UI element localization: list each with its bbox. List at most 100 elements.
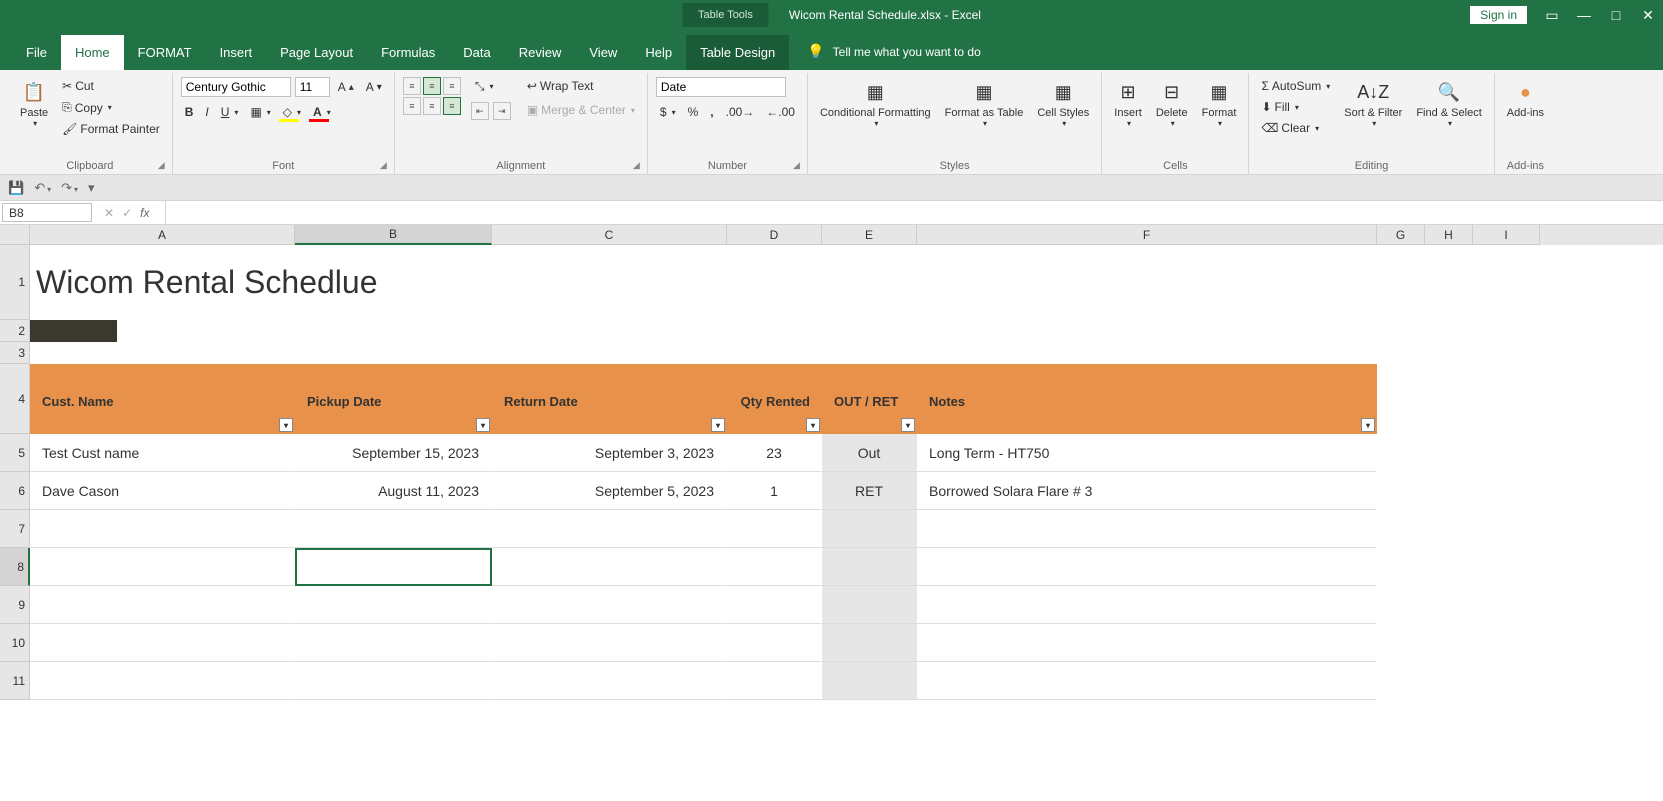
clear-button[interactable]: ⌫Clear▾: [1257, 119, 1334, 137]
table-cell[interactable]: August 11, 2023: [295, 472, 492, 510]
tab-formulas[interactable]: Formulas: [367, 35, 449, 70]
fill-color-button[interactable]: ◇▾: [279, 103, 305, 121]
row-header-1[interactable]: 1: [0, 245, 30, 320]
cut-button[interactable]: ✂Cut: [58, 77, 164, 95]
row-header-11[interactable]: 11: [0, 662, 30, 700]
table-cell[interactable]: 1: [727, 472, 822, 510]
close-icon[interactable]: ✕: [1641, 8, 1655, 22]
italic-button[interactable]: I: [201, 103, 212, 121]
filter-icon[interactable]: ▾: [1361, 418, 1375, 432]
col-header-A[interactable]: A: [30, 225, 295, 245]
copy-button[interactable]: ⎘Copy▾: [58, 98, 164, 117]
align-middle-icon[interactable]: ≡: [423, 77, 441, 95]
filter-icon[interactable]: ▾: [476, 418, 490, 432]
th-cust-name[interactable]: Cust. Name▾: [30, 364, 295, 434]
align-right-icon[interactable]: ≡: [443, 97, 461, 115]
filter-icon[interactable]: ▾: [279, 418, 293, 432]
cell-styles-button[interactable]: ▦Cell Styles▾: [1033, 77, 1093, 130]
th-notes[interactable]: Notes▾: [917, 364, 1377, 434]
align-bottom-icon[interactable]: ≡: [443, 77, 461, 95]
decrease-decimal-icon[interactable]: ←.00: [762, 103, 799, 121]
sort-filter-button[interactable]: A↓ZSort & Filter▾: [1340, 77, 1406, 130]
fx-icon[interactable]: fx: [140, 206, 155, 220]
row-header-6[interactable]: 6: [0, 472, 30, 510]
tab-data[interactable]: Data: [449, 35, 504, 70]
table-cell[interactable]: September 3, 2023: [492, 434, 727, 472]
font-size-select[interactable]: [295, 77, 330, 97]
wrap-text-button[interactable]: ↩Wrap Text: [523, 77, 639, 95]
maximize-icon[interactable]: □: [1609, 8, 1623, 22]
tab-review[interactable]: Review: [505, 35, 576, 70]
underline-button[interactable]: U▾: [217, 103, 243, 121]
filter-icon[interactable]: ▾: [806, 418, 820, 432]
col-header-B[interactable]: B: [295, 225, 492, 245]
font-color-button[interactable]: A▾: [309, 103, 335, 121]
customize-qat-icon[interactable]: ▾: [88, 180, 95, 196]
table-cell[interactable]: RET: [822, 472, 917, 510]
th-outret[interactable]: OUT / RET▾: [822, 364, 917, 434]
conditional-formatting-button[interactable]: ▦Conditional Formatting▾: [816, 77, 935, 130]
font-name-select[interactable]: [181, 77, 291, 97]
col-header-E[interactable]: E: [822, 225, 917, 245]
row-header-10[interactable]: 10: [0, 624, 30, 662]
tab-insert[interactable]: Insert: [206, 35, 267, 70]
comma-button[interactable]: ,: [706, 103, 717, 121]
increase-decimal-icon[interactable]: .00→: [722, 103, 759, 121]
orientation-button[interactable]: ⤡▾: [471, 77, 511, 96]
format-as-table-button[interactable]: ▦Format as Table▾: [941, 77, 1028, 130]
name-box[interactable]: B8: [2, 203, 92, 222]
row-header-7[interactable]: 7: [0, 510, 30, 548]
percent-button[interactable]: %: [684, 103, 703, 121]
row-header-8[interactable]: 8: [0, 548, 30, 586]
th-qty[interactable]: Qty Rented▾: [727, 364, 822, 434]
paste-button[interactable]: 📋 Paste▾: [16, 77, 52, 130]
cancel-icon[interactable]: ✕: [104, 206, 114, 220]
merge-center-button[interactable]: ▣Merge & Center▾: [523, 101, 639, 119]
dialog-launcher-icon[interactable]: ◢: [633, 160, 645, 172]
tell-me-search[interactable]: 💡 Tell me what you want to do: [807, 33, 981, 70]
formula-input[interactable]: [166, 201, 1663, 224]
format-painter-button[interactable]: 🖌Format Painter: [58, 120, 164, 138]
align-left-icon[interactable]: ≡: [403, 97, 421, 115]
ribbon-display-icon[interactable]: ▭: [1545, 8, 1559, 22]
col-header-F[interactable]: F: [917, 225, 1377, 245]
row-header-3[interactable]: 3: [0, 342, 30, 364]
find-select-button[interactable]: 🔍Find & Select▾: [1412, 77, 1485, 130]
tab-file[interactable]: File: [12, 35, 61, 70]
delete-cells-button[interactable]: ⊟Delete▾: [1152, 77, 1192, 130]
decrease-font-icon[interactable]: A▾: [362, 78, 386, 96]
th-return[interactable]: Return Date▾: [492, 364, 727, 434]
tab-help[interactable]: Help: [631, 35, 686, 70]
insert-cells-button[interactable]: ⊞Insert▾: [1110, 77, 1146, 130]
table-cell[interactable]: September 5, 2023: [492, 472, 727, 510]
redo-icon[interactable]: ↷▾: [61, 180, 78, 196]
dialog-launcher-icon[interactable]: ◢: [158, 160, 170, 172]
minimize-icon[interactable]: —: [1577, 8, 1591, 22]
save-icon[interactable]: 💾: [8, 180, 24, 196]
tab-home[interactable]: Home: [61, 35, 124, 70]
filter-icon[interactable]: ▾: [711, 418, 725, 432]
increase-font-icon[interactable]: A▴: [334, 78, 358, 96]
table-cell[interactable]: Borrowed Solara Flare # 3: [917, 472, 1377, 510]
table-cell[interactable]: 23: [727, 434, 822, 472]
enter-icon[interactable]: ✓: [122, 206, 132, 220]
bold-button[interactable]: B: [181, 103, 198, 121]
align-top-icon[interactable]: ≡: [403, 77, 421, 95]
cell-A2[interactable]: [30, 320, 117, 342]
dialog-launcher-icon[interactable]: ◢: [793, 160, 805, 172]
format-cells-button[interactable]: ▦Format▾: [1198, 77, 1241, 130]
col-header-I[interactable]: I: [1473, 225, 1540, 245]
undo-icon[interactable]: ↶▾: [34, 180, 51, 196]
select-all-corner[interactable]: [0, 225, 30, 245]
number-format-select[interactable]: [656, 77, 786, 97]
increase-indent-icon[interactable]: ⇥: [493, 102, 511, 120]
table-cell[interactable]: Out: [822, 434, 917, 472]
table-cell[interactable]: Dave Cason: [30, 472, 295, 510]
col-header-H[interactable]: H: [1425, 225, 1473, 245]
col-header-C[interactable]: C: [492, 225, 727, 245]
table-cell[interactable]: Long Term - HT750: [917, 434, 1377, 472]
tab-tabledesign[interactable]: Table Design: [686, 35, 789, 70]
table-cell[interactable]: Test Cust name: [30, 434, 295, 472]
dialog-launcher-icon[interactable]: ◢: [380, 160, 392, 172]
currency-button[interactable]: $▾: [656, 103, 680, 121]
